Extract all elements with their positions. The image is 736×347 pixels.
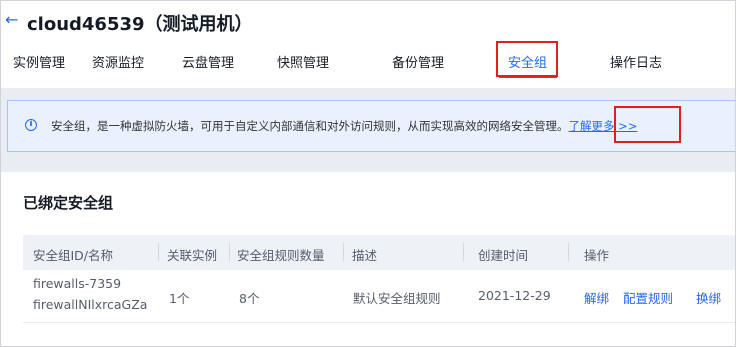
- column-header-created: 创建时间: [478, 248, 529, 263]
- security-group-id: firewalls-7359: [33, 276, 122, 291]
- notice-message: 安全组，是一种虚拟防火墙，可用于自定义内部通信和对外访问规则，从而实现高效的网络…: [51, 119, 569, 133]
- column-divider: [568, 243, 569, 261]
- instance-count: 1个: [169, 291, 190, 306]
- unbind-link[interactable]: 解绑: [584, 288, 609, 307]
- table-header: 安全组ID/名称 关联实例 安全组规则数量 描述 创建时间 操作: [23, 235, 735, 270]
- section-title: 已绑定安全组: [23, 194, 114, 212]
- configure-rules-link[interactable]: 配置规则: [623, 288, 673, 307]
- tab-operation-log[interactable]: 操作日志: [610, 52, 662, 71]
- bound-security-groups-card: 已绑定安全组 安全组ID/名称 关联实例 安全组规则数量 描述 创建时间 操作 …: [7, 172, 735, 346]
- configure-rules-highlight: [614, 106, 681, 143]
- column-header-actions: 操作: [584, 248, 610, 263]
- tab-backup-management[interactable]: 备份管理: [392, 52, 444, 71]
- column-divider: [158, 243, 159, 261]
- tab-resource-monitoring[interactable]: 资源监控: [92, 52, 144, 71]
- column-divider: [463, 243, 464, 261]
- security-group-tab-highlight: [496, 41, 558, 77]
- tab-disk-management[interactable]: 云盘管理: [182, 52, 234, 71]
- column-header-description: 描述: [352, 248, 378, 263]
- column-divider: [343, 243, 344, 261]
- page-frame: ← cloud46539（测试用机） 实例管理 资源监控 云盘管理 快照管理 备…: [0, 0, 736, 347]
- column-header-id-name: 安全组ID/名称: [33, 248, 114, 263]
- description: 默认安全组规则: [353, 291, 441, 306]
- rebind-link[interactable]: 换绑: [696, 288, 721, 307]
- tab-instance-management[interactable]: 实例管理: [13, 52, 65, 71]
- info-circle-icon: i: [25, 119, 37, 131]
- security-group-name: firewallNIlxrcaGZa: [33, 297, 148, 312]
- created-date: 2021-12-29: [478, 288, 551, 303]
- column-divider: [229, 243, 230, 261]
- arrow-left-icon[interactable]: ←: [5, 12, 21, 28]
- column-header-rule-count: 安全组规则数量: [237, 248, 325, 263]
- table-row: firewalls-7359 firewallNIlxrcaGZa 1个 8个 …: [23, 270, 735, 323]
- tab-snapshot-management[interactable]: 快照管理: [277, 52, 329, 71]
- page-title: cloud46539（测试用机）: [27, 14, 253, 35]
- column-header-instances: 关联实例: [167, 248, 218, 263]
- rule-count: 8个: [239, 291, 260, 306]
- notice-text: 安全组，是一种虚拟防火墙，可用于自定义内部通信和对外访问规则，从而实现高效的网络…: [51, 118, 637, 134]
